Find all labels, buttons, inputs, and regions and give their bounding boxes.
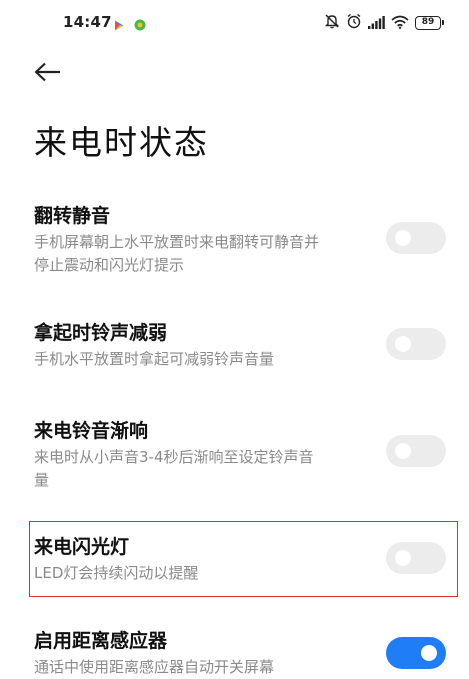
setting-description: 手机水平放置时拿起可减弱铃声音量 — [34, 348, 374, 371]
toggle-knob — [421, 645, 437, 661]
flash-on-ring-toggle[interactable] — [386, 542, 446, 574]
pickup-reduce-ringtone-toggle[interactable] — [386, 328, 446, 360]
setting-description-line: LED灯会持续闪动以提醒 — [34, 564, 199, 582]
proximity-sensor-toggle[interactable] — [386, 637, 446, 669]
green-app-icon — [134, 16, 146, 35]
setting-flip-to-mute: 翻转静音 手机屏幕朝上水平放置时来电翻转可静音并 停止震动和闪光灯提示 — [34, 203, 446, 277]
setting-flash-on-ring: 来电闪光灯 LED灯会持续闪动以提醒 — [34, 534, 446, 585]
setting-description-line: 手机屏幕朝上水平放置时来电翻转可静音并 — [34, 233, 320, 251]
setting-title: 来电铃音渐响 — [34, 420, 149, 442]
setting-title: 拿起时铃声减弱 — [34, 322, 168, 344]
back-arrow-icon — [34, 62, 62, 86]
battery-icon: 89 — [415, 16, 444, 30]
setting-description: 来电时从小声音3-4秒后渐响至设定铃声音 量 — [34, 446, 374, 492]
setting-description-line: 通话中使用距离感应器自动开关屏幕 — [34, 658, 275, 676]
setting-description: 通话中使用距离感应器自动开关屏幕 — [34, 656, 374, 679]
toggle-knob — [395, 336, 411, 352]
toggle-knob — [395, 230, 411, 246]
setting-proximity-sensor: 启用距离感应器 通话中使用距离感应器自动开关屏幕 — [34, 628, 446, 679]
setting-description: 手机屏幕朝上水平放置时来电翻转可静音并 停止震动和闪光灯提示 — [34, 231, 374, 277]
setting-pickup-reduce-ringtone: 拿起时铃声减弱 手机水平放置时拿起可减弱铃声音量 — [34, 320, 446, 371]
status-app-icons — [114, 16, 146, 35]
wifi-icon — [391, 14, 409, 33]
setting-description-line: 停止震动和闪光灯提示 — [34, 256, 185, 274]
setting-description-line: 手机水平放置时拿起可减弱铃声音量 — [34, 350, 275, 368]
status-bar: 14:47 89 — [0, 0, 469, 44]
page-title: 来电时状态 — [34, 123, 209, 162]
flip-to-mute-toggle[interactable] — [386, 222, 446, 254]
setting-title: 启用距离感应器 — [34, 630, 168, 652]
setting-title: 翻转静音 — [34, 205, 111, 227]
signal-icon — [368, 14, 385, 33]
toggle-knob — [395, 443, 411, 459]
alarm-icon — [346, 13, 362, 33]
do-not-disturb-icon — [324, 13, 340, 33]
setting-title: 来电闪光灯 — [34, 536, 130, 558]
status-time: 14:47 — [63, 13, 112, 31]
play-store-icon — [114, 16, 124, 35]
back-button[interactable] — [34, 58, 66, 90]
setting-ascending-ringtone: 来电铃音渐响 来电时从小声音3-4秒后渐响至设定铃声音 量 — [34, 418, 446, 492]
status-right-icons: 89 — [324, 13, 444, 33]
setting-description-line: 来电时从小声音3-4秒后渐响至设定铃声音 — [34, 448, 314, 466]
setting-description: LED灯会持续闪动以提醒 — [34, 562, 374, 585]
setting-description-line: 量 — [34, 471, 50, 489]
ascending-ringtone-toggle[interactable] — [386, 435, 446, 467]
toggle-knob — [395, 550, 411, 566]
